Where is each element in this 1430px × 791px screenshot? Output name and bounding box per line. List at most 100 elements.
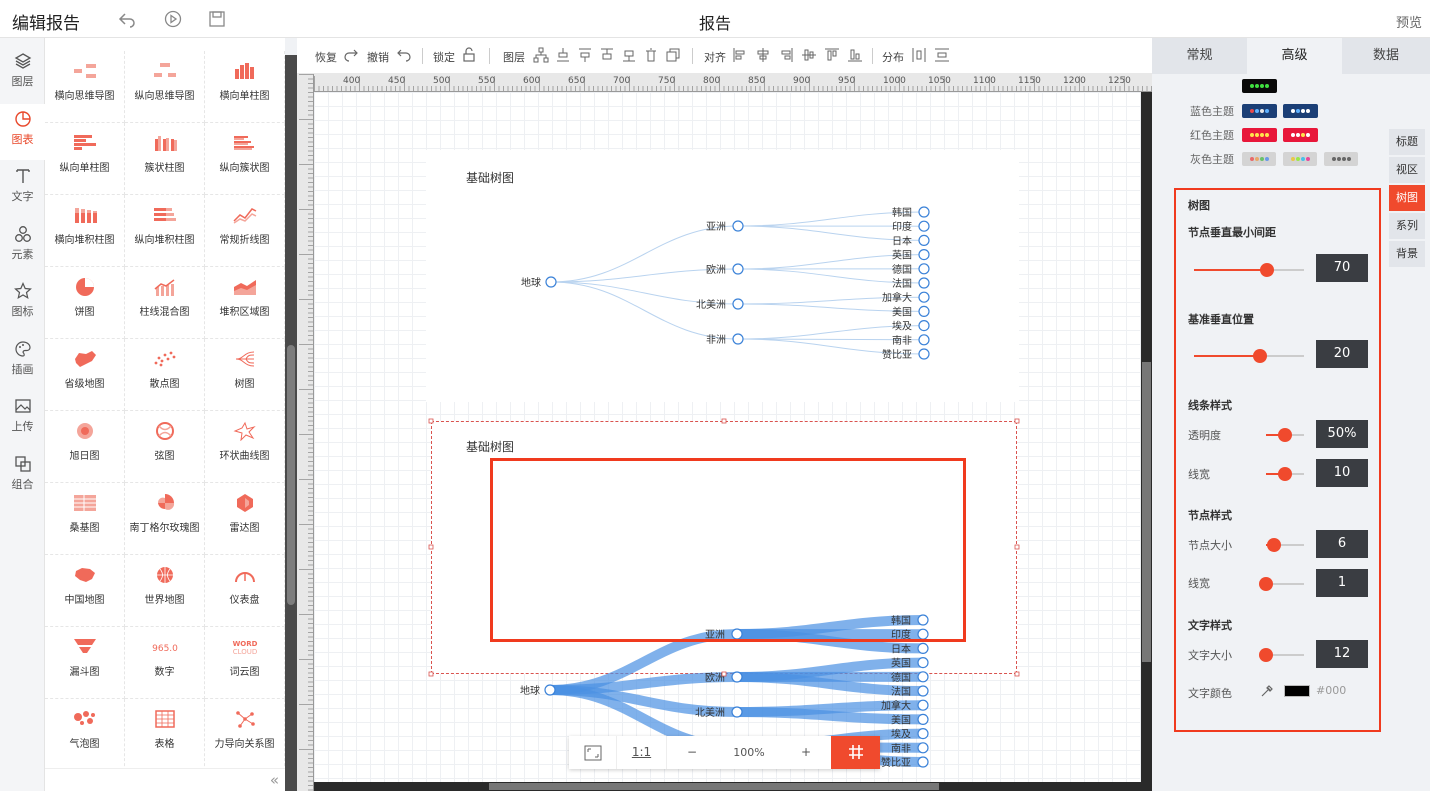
align-middle-icon[interactable]: [801, 47, 817, 63]
tab-advanced[interactable]: 高级: [1247, 38, 1342, 74]
zoom-in-button[interactable]: +: [781, 736, 831, 769]
undo-icon[interactable]: [396, 47, 412, 63]
node-size-value[interactable]: 6: [1316, 530, 1368, 558]
palette-item[interactable]: 力导向关系图: [205, 699, 285, 771]
actual-size-button[interactable]: 1:1: [617, 736, 667, 769]
zoom-out-button[interactable]: −: [667, 736, 717, 769]
opacity-value[interactable]: 50%: [1316, 420, 1368, 448]
preview-button[interactable]: 预览: [1396, 12, 1422, 31]
palette-item[interactable]: 仪表盘: [205, 555, 285, 627]
palette-item[interactable]: WORD CLOUD 词云图: [205, 627, 285, 699]
line-width-value[interactable]: 10: [1316, 459, 1368, 487]
tab-data[interactable]: 数据: [1342, 38, 1430, 74]
palette-item[interactable]: 常规折线图: [205, 195, 285, 267]
tree-node-country[interactable]: [917, 742, 929, 754]
tree-node-root[interactable]: [544, 684, 556, 696]
base-position-value[interactable]: 20: [1316, 340, 1368, 368]
send-bottom-icon[interactable]: [621, 47, 637, 63]
font-color-swatch[interactable]: [1284, 685, 1310, 697]
slider-knob[interactable]: [1259, 577, 1273, 591]
node-size-slider[interactable]: [1266, 538, 1304, 552]
palette-item[interactable]: 省级地图: [45, 339, 125, 411]
align-left-icon[interactable]: [732, 47, 748, 63]
undo-icon[interactable]: [118, 10, 136, 28]
lock-icon[interactable]: [461, 47, 477, 63]
tree-node-continent[interactable]: [732, 263, 744, 275]
double-chevron-left-icon[interactable]: «: [270, 771, 279, 789]
nav-star[interactable]: 图标: [0, 276, 45, 332]
palette-item[interactable]: 桑基图: [45, 483, 125, 555]
tree-node-country[interactable]: [918, 234, 930, 247]
palette-item[interactable]: 旭日图: [45, 411, 125, 483]
palette-item[interactable]: 中国地图: [45, 555, 125, 627]
sidetab-4[interactable]: 背景: [1389, 241, 1425, 267]
canvas[interactable]: 基础树图 地球 亚洲 韩国 印度 日本 欧洲 英国 德国 法国 北美洲 加拿大 美国 非洲 埃及 南非 赞比亚…: [314, 92, 1141, 782]
tree-node-country[interactable]: [918, 334, 930, 346]
nav-chart-pie[interactable]: 图表: [0, 103, 45, 160]
tree-node-country[interactable]: [918, 277, 930, 289]
font-size-value[interactable]: 12: [1316, 640, 1368, 668]
tree-node-country[interactable]: [918, 348, 930, 360]
slider-knob[interactable]: [1253, 349, 1267, 363]
tree-node-country[interactable]: [917, 671, 929, 683]
delete-icon[interactable]: [643, 47, 659, 63]
tree-chart-1[interactable]: 基础树图 地球 亚洲 韩国 印度 日本 欧洲 英国 德国 法国 北美洲 加拿大 美国 非洲 埃及 南非 赞比亚: [426, 150, 1019, 402]
distribute-v-icon[interactable]: [934, 47, 950, 63]
palette-item[interactable]: 树图: [205, 339, 285, 411]
palette-item[interactable]: 散点图: [125, 339, 205, 411]
tree-node-country[interactable]: [918, 291, 930, 303]
tree-node-continent[interactable]: [731, 671, 743, 683]
tree-node-country[interactable]: [917, 756, 929, 768]
layer-button[interactable]: 图层: [503, 49, 525, 65]
color-picker-icon[interactable]: [1260, 684, 1274, 698]
tree-node-country[interactable]: [917, 699, 929, 711]
play-icon[interactable]: [164, 10, 182, 28]
palette-item[interactable]: 环状曲线图: [205, 411, 285, 483]
palette-scrollbar[interactable]: [285, 55, 297, 791]
palette-item[interactable]: 漏斗图: [45, 627, 125, 699]
distribute-button[interactable]: 分布: [882, 49, 904, 65]
palette-item[interactable]: 横向单柱图: [205, 51, 285, 123]
palette-item[interactable]: 横向堆积柱图: [45, 195, 125, 267]
sidetab-3[interactable]: 系列: [1389, 213, 1425, 239]
sidetab-2[interactable]: 树图: [1389, 185, 1425, 211]
palette-item[interactable]: 纵向簇状图: [205, 123, 285, 195]
slider-knob[interactable]: [1278, 428, 1292, 442]
palette-item[interactable]: 气泡图: [45, 699, 125, 771]
nav-elements[interactable]: 元素: [0, 219, 45, 275]
layer-tree-icon[interactable]: [533, 47, 549, 63]
node-line-width-slider[interactable]: [1259, 577, 1304, 591]
tree-chart-2-selected[interactable]: 基础树图 地球亚洲韩国印度日本欧洲英国德国法国北美洲加拿大美国非洲埃及南非赞比亚: [428, 418, 1020, 769]
tree-node-country[interactable]: [918, 248, 930, 261]
undo-button[interactable]: 撤销: [367, 49, 389, 65]
sidetab-1[interactable]: 视区: [1389, 157, 1425, 183]
palette-item[interactable]: 世界地图: [125, 555, 205, 627]
font-size-slider[interactable]: [1259, 648, 1304, 662]
node-gap-slider[interactable]: [1194, 263, 1304, 277]
theme-swatch[interactable]: [1242, 128, 1277, 142]
theme-swatch[interactable]: [1324, 152, 1358, 166]
palette-item[interactable]: 雷达图: [205, 483, 285, 555]
align-top-icon[interactable]: [824, 47, 840, 63]
resize-handle[interactable]: [428, 671, 434, 677]
nav-text[interactable]: 文字: [0, 161, 45, 217]
theme-swatch[interactable]: [1242, 104, 1277, 118]
tree-node-continent[interactable]: [731, 706, 743, 718]
collapse-palette[interactable]: «: [45, 768, 285, 791]
palette-item[interactable]: 横向思维导图: [45, 51, 125, 123]
palette-item[interactable]: 纵向单柱图: [45, 123, 125, 195]
tree-node-continent[interactable]: [732, 220, 744, 232]
palette-item[interactable]: 堆积区域图: [205, 267, 285, 339]
base-position-slider[interactable]: [1194, 349, 1304, 363]
theme-swatch[interactable]: [1283, 152, 1317, 166]
tree-node-country[interactable]: [917, 657, 929, 669]
align-center-h-icon[interactable]: [755, 47, 771, 63]
palette-item[interactable]: 饼图: [45, 267, 125, 339]
tree-node-country[interactable]: [918, 220, 930, 232]
copy-icon[interactable]: [665, 47, 681, 63]
tree-node-continent[interactable]: [732, 298, 744, 310]
slider-knob[interactable]: [1259, 263, 1274, 277]
distribute-h-icon[interactable]: [911, 47, 927, 63]
theme-swatch[interactable]: [1283, 104, 1318, 118]
tree-node-country[interactable]: [918, 206, 930, 218]
